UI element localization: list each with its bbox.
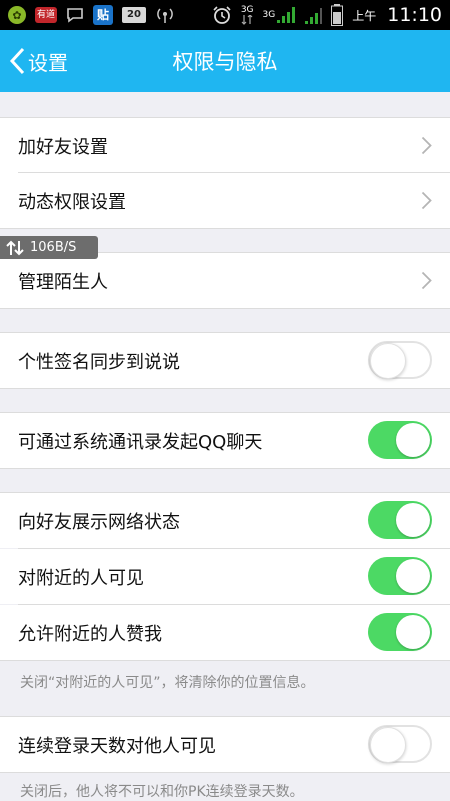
- divider: [0, 772, 450, 773]
- green-app-icon: ✿: [8, 6, 26, 24]
- divider: [0, 388, 450, 389]
- signal-strength-icon: 3G: [263, 5, 296, 25]
- up-down-arrows-icon: [6, 240, 24, 255]
- row-signature-sync: 个性签名同步到说说: [0, 333, 450, 388]
- status-bar-notifications: ✿ 有道 贴 20: [8, 5, 175, 25]
- login-days-note: 关闭后，他人将不可以和你PK连续登录天数。: [20, 784, 304, 800]
- nearby-note: 关闭“对附近的人可见”，将清除你的位置信息。: [20, 675, 315, 691]
- back-button-label: 设置: [28, 50, 68, 75]
- signal-strength-icon-2: [304, 5, 323, 25]
- chat-bubble-icon: [66, 7, 84, 23]
- 20-app-icon: 20: [122, 7, 146, 23]
- row-nearby-visible: 对附近的人可见: [0, 549, 450, 604]
- title-bar: 设置 权限与隐私: [0, 30, 450, 92]
- signature-sync-toggle[interactable]: [368, 341, 432, 379]
- divider: [0, 228, 450, 229]
- row-label: 加好友设置: [18, 136, 108, 158]
- toggle-knob: [396, 503, 430, 537]
- am-pm-label: 上午: [352, 8, 377, 23]
- row-show-network-status: 向好友展示网络状态: [0, 493, 450, 548]
- network-type-label-2-text: 3G: [262, 9, 276, 20]
- row-contacts-chat: 可通过系统通讯录发起QQ聊天: [0, 413, 450, 468]
- network-type-label-2: 3G: [262, 9, 276, 20]
- toggle-knob: [396, 615, 430, 649]
- chevron-right-icon: [421, 191, 432, 210]
- nearby-like-toggle[interactable]: [368, 613, 432, 651]
- tieba-icon: 贴: [93, 5, 113, 25]
- red-app-icon: 有道: [35, 7, 57, 23]
- status-bar-system: 3G 3G 上午 11:10: [212, 4, 442, 26]
- toggle-knob: [370, 343, 406, 379]
- chevron-right-icon: [421, 271, 432, 290]
- row-manage-strangers[interactable]: 管理陌生人: [0, 253, 450, 308]
- back-button[interactable]: 设置: [8, 30, 68, 92]
- chevron-right-icon: [421, 136, 432, 155]
- toggle-knob: [396, 423, 430, 457]
- divider: [0, 660, 450, 661]
- alarm-clock-icon: [212, 5, 232, 25]
- contacts-chat-toggle[interactable]: [368, 421, 432, 459]
- chevron-left-icon: [9, 47, 25, 75]
- divider: [0, 468, 450, 469]
- nearby-visible-toggle[interactable]: [368, 557, 432, 595]
- show-network-status-toggle[interactable]: [368, 501, 432, 539]
- network-type-label: 3G: [240, 4, 254, 15]
- row-nearby-like: 允许附近的人赞我: [0, 605, 450, 660]
- wifi-antenna-icon: [155, 6, 175, 24]
- network-speed-badge: 106B/S: [0, 236, 98, 259]
- row-feed-permission-settings[interactable]: 动态权限设置: [0, 173, 450, 228]
- clock-time: 11:10: [387, 4, 442, 26]
- row-label: 管理陌生人: [18, 271, 108, 293]
- divider: [0, 308, 450, 309]
- toggle-knob: [396, 559, 430, 593]
- row-login-days-visible: 连续登录天数对他人可见: [0, 717, 450, 772]
- battery-icon: [331, 4, 344, 26]
- status-bar: ✿ 有道 贴 20 3G 3G 上午 11:10: [0, 0, 450, 30]
- network-speed-text: 106B/S: [30, 240, 77, 255]
- network-3g-indicator: 3G: [240, 4, 254, 25]
- row-label: 动态权限设置: [18, 191, 126, 213]
- row-add-friend-settings[interactable]: 加好友设置: [0, 118, 450, 173]
- login-days-toggle[interactable]: [368, 725, 432, 763]
- toggle-knob: [370, 727, 406, 763]
